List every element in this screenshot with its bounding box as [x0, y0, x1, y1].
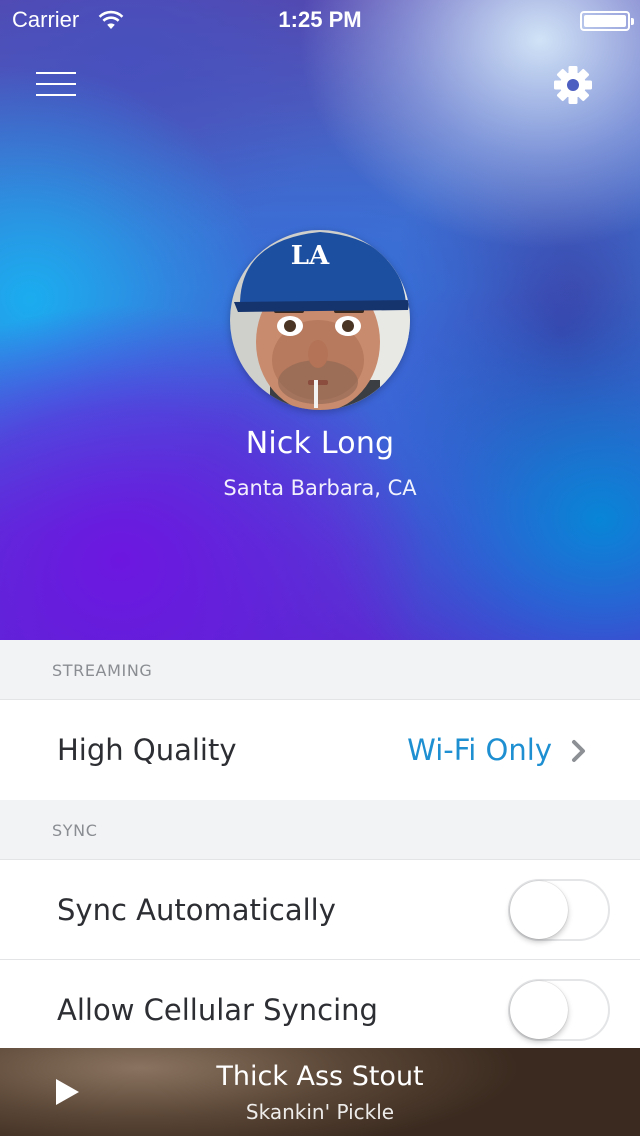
row-allow-cellular-syncing: Allow Cellular Syncing	[0, 960, 640, 1060]
section-title-sync: SYNC	[52, 821, 98, 840]
avatar[interactable]: LA	[230, 230, 410, 410]
row-label: High Quality	[57, 733, 237, 767]
hamburger-menu-icon	[36, 72, 76, 74]
profile-location: Santa Barbara, CA	[223, 476, 417, 500]
gear-icon	[554, 66, 592, 104]
status-bar: Carrier 1:25 PM	[0, 0, 640, 40]
battery-level-fill	[584, 15, 626, 27]
profile-header: Carrier 1:25 PM LA Nick Long Santa Barba…	[0, 0, 640, 640]
status-time: 1:25 PM	[278, 7, 362, 32]
row-sync-automatically: Sync Automatically	[0, 860, 640, 960]
track-artist: Skankin' Pickle	[245, 1100, 395, 1124]
row-label: Sync Automatically	[57, 893, 336, 927]
menu-button[interactable]	[30, 66, 82, 106]
toggle-knob	[510, 981, 568, 1039]
row-value: Wi-Fi Only	[407, 733, 552, 767]
now-playing-bar[interactable]: Thick Ass Stout Skankin' Pickle	[0, 1048, 640, 1136]
row-label: Allow Cellular Syncing	[57, 993, 378, 1027]
allow-cellular-syncing-toggle[interactable]	[508, 979, 610, 1041]
settings-button[interactable]	[548, 62, 600, 110]
section-header-streaming: STREAMING	[0, 640, 640, 700]
sync-automatically-toggle[interactable]	[508, 879, 610, 941]
toggle-knob	[510, 881, 568, 939]
avatar-photo: LA	[230, 230, 410, 410]
track-title: Thick Ass Stout	[216, 1061, 424, 1092]
section-header-sync: SYNC	[0, 800, 640, 860]
section-title-streaming: STREAMING	[52, 661, 153, 680]
row-high-quality[interactable]: High Quality Wi-Fi Only	[0, 700, 640, 800]
battery-icon	[580, 11, 634, 31]
chevron-right-icon	[572, 740, 585, 762]
svg-text:LA: LA	[291, 241, 330, 271]
profile-name: Nick Long	[245, 426, 395, 461]
